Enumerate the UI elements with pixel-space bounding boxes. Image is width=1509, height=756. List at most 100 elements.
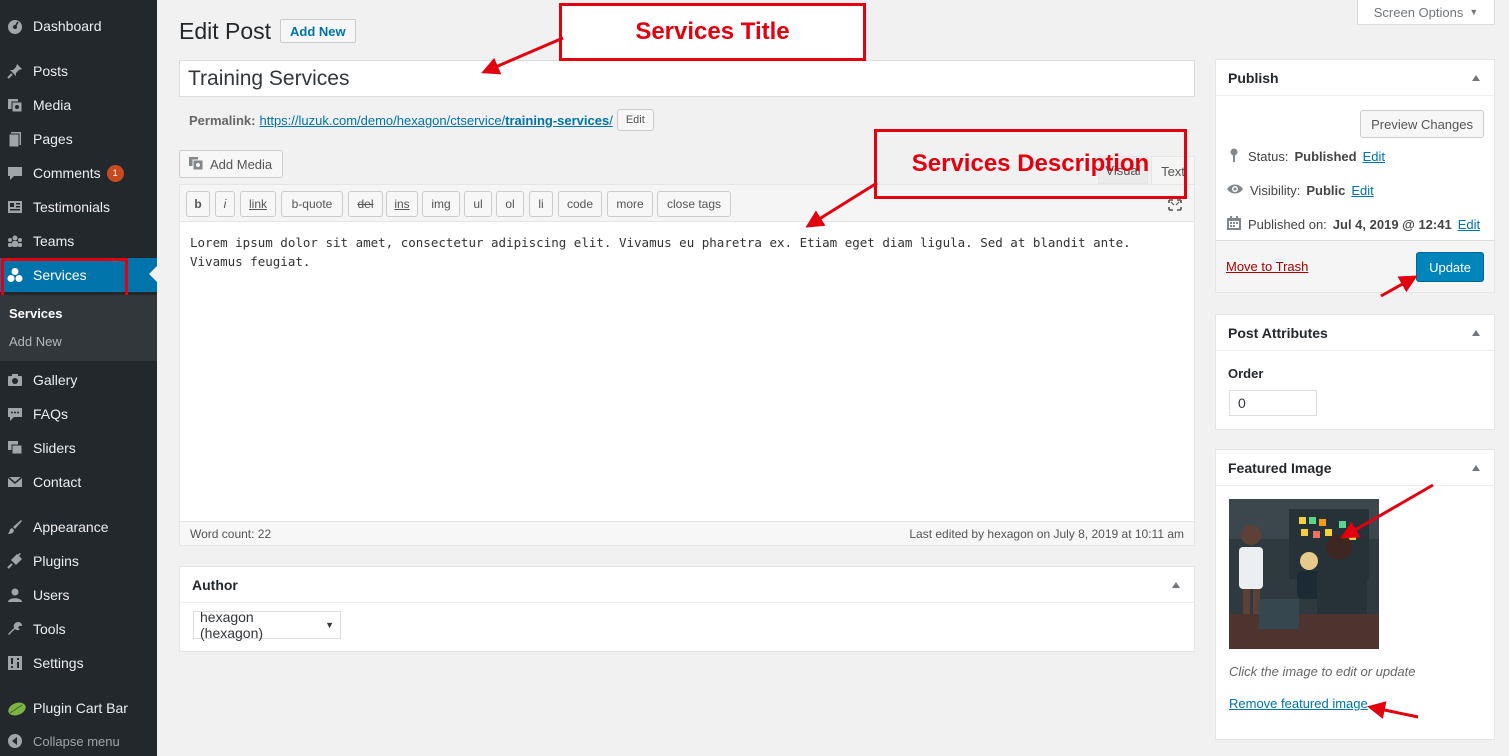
qt-bold-button[interactable]: b	[186, 191, 210, 217]
menu-appearance[interactable]: Appearance	[0, 510, 157, 544]
qt-img-button[interactable]: img	[422, 191, 460, 217]
qt-del-button[interactable]: del	[348, 191, 383, 217]
menu-settings[interactable]: Settings	[0, 646, 157, 680]
wrench-icon	[7, 621, 23, 637]
word-count: Word count: 22	[190, 526, 272, 541]
order-input[interactable]: 0	[1229, 390, 1317, 416]
menu-tools[interactable]: Tools	[0, 612, 157, 646]
post-attributes-header[interactable]: Post Attributes	[1216, 315, 1494, 351]
permalink-label: Permalink:	[189, 112, 256, 128]
qt-ul-button[interactable]: ul	[464, 191, 492, 217]
settings-icon	[7, 655, 23, 671]
menu-testimonials[interactable]: Testimonials	[0, 190, 157, 224]
qt-ins-button[interactable]: ins	[386, 191, 418, 217]
menu-gallery[interactable]: Gallery	[0, 363, 157, 397]
visibility-edit-link[interactable]: Edit	[1351, 183, 1373, 198]
featured-image-box: Featured Image Click the image to edit o…	[1215, 449, 1495, 740]
status-edit-link[interactable]: Edit	[1363, 149, 1385, 164]
add-new-button[interactable]: Add New	[280, 19, 356, 43]
qt-bquote-button[interactable]: b-quote	[281, 191, 343, 217]
menu-contact[interactable]: Contact	[0, 465, 157, 499]
menu-posts[interactable]: Posts	[0, 54, 157, 88]
camera-icon	[7, 372, 23, 388]
qt-italic-button[interactable]: i	[215, 191, 235, 217]
publish-box-header[interactable]: Publish	[1216, 60, 1494, 96]
author-box-header[interactable]: Author	[180, 567, 1194, 603]
editor-status-bar: Word count: 22 Last edited by hexagon on…	[180, 521, 1194, 545]
plugin-icon	[7, 552, 23, 569]
order-label: Order	[1228, 366, 1264, 381]
permalink-link[interactable]: https://luzuk.com/demo/hexagon/ctservice…	[259, 113, 612, 128]
dashboard-icon	[7, 18, 23, 34]
add-media-button[interactable]: Add Media	[179, 150, 284, 178]
comment-count-badge: 1	[106, 164, 124, 182]
permalink-row: Permalink: https://luzuk.com/demo/hexago…	[189, 109, 654, 131]
published-on-row: Published on: Jul 4, 2019 @ 12:41 Edit	[1226, 215, 1480, 234]
services-submenu: Services Add New	[0, 295, 157, 361]
collapse-arrow-icon[interactable]	[1472, 465, 1480, 471]
user-icon	[7, 587, 23, 603]
pages-icon	[7, 131, 23, 148]
services-highlight-box	[1, 258, 128, 298]
collapse-arrow-icon[interactable]	[1472, 75, 1480, 81]
submenu-services[interactable]: Services	[9, 306, 63, 321]
collapse-menu-button[interactable]: Collapse menu	[0, 724, 157, 756]
collapse-icon	[7, 733, 23, 749]
publish-box: Publish Preview Changes Status: Publishe…	[1215, 59, 1495, 293]
group-icon	[7, 233, 23, 249]
content-textarea[interactable]: Lorem ipsum dolor sit amet, consectetur …	[190, 233, 1184, 271]
eye-icon	[1226, 181, 1244, 200]
menu-dashboard[interactable]: Dashboard	[0, 9, 157, 43]
pin-icon	[7, 63, 23, 79]
comment-icon	[7, 165, 23, 181]
qt-code-button[interactable]: code	[558, 191, 602, 217]
mail-icon	[7, 474, 23, 490]
menu-plugin-cart-bar[interactable]: Plugin Cart Bar	[0, 691, 157, 725]
last-edited: Last edited by hexagon on July 8, 2019 a…	[909, 526, 1184, 541]
move-to-trash-link[interactable]: Move to Trash	[1226, 259, 1308, 274]
qt-li-button[interactable]: li	[529, 191, 553, 217]
update-button[interactable]: Update	[1416, 252, 1484, 282]
brush-icon	[7, 519, 23, 535]
menu-teams[interactable]: Teams	[0, 224, 157, 258]
menu-comments[interactable]: Comments 1	[0, 156, 157, 190]
content-editor: b i link b-quote del ins img ul ol li co…	[179, 184, 1195, 546]
preview-changes-button[interactable]: Preview Changes	[1360, 110, 1484, 138]
qt-link-button[interactable]: link	[240, 191, 276, 217]
menu-faqs[interactable]: FAQs	[0, 397, 157, 431]
author-box: Author hexagon (hexagon) ▼	[179, 566, 1195, 652]
admin-sidebar: Dashboard Posts Media Pages Comments 1 T…	[0, 0, 157, 756]
menu-pages[interactable]: Pages	[0, 122, 157, 156]
fullscreen-icon[interactable]	[1168, 199, 1182, 211]
media-icon	[188, 155, 204, 174]
author-select[interactable]: hexagon (hexagon) ▼	[193, 609, 341, 641]
permalink-edit-button[interactable]: Edit	[616, 109, 654, 131]
post-title-input[interactable]: Training Services	[179, 60, 1195, 97]
menu-media[interactable]: Media	[0, 88, 157, 122]
collapse-arrow-icon[interactable]	[1472, 330, 1480, 336]
qt-more-button[interactable]: more	[607, 191, 653, 217]
published-edit-link[interactable]: Edit	[1458, 217, 1480, 232]
page-title: Edit Post	[179, 18, 272, 44]
qt-ol-button[interactable]: ol	[496, 191, 524, 217]
remove-featured-image-link[interactable]: Remove featured image	[1229, 696, 1368, 711]
pin-icon	[1226, 147, 1242, 166]
menu-plugins[interactable]: Plugins	[0, 544, 157, 578]
menu-sliders[interactable]: Sliders	[0, 431, 157, 465]
collapse-arrow-icon[interactable]	[1172, 582, 1180, 588]
qt-close-tags-button[interactable]: close tags	[657, 191, 731, 217]
services-title-callout: Services Title	[559, 3, 866, 61]
post-attributes-box: Post Attributes Order 0	[1215, 314, 1495, 430]
dropdown-arrow-icon: ▼	[1469, 7, 1479, 17]
media-icon	[7, 97, 23, 113]
submenu-add-new[interactable]: Add New	[9, 334, 62, 349]
featured-image-header[interactable]: Featured Image	[1216, 450, 1494, 486]
featured-image-thumbnail[interactable]	[1229, 499, 1379, 649]
menu-users[interactable]: Users	[0, 578, 157, 612]
calendar-icon	[1226, 215, 1242, 234]
status-row: Status: Published Edit	[1226, 147, 1385, 166]
publish-actions: Move to Trash Update	[1216, 240, 1494, 292]
screen-options-button[interactable]: Screen Options ▼	[1357, 0, 1495, 25]
faq-icon	[7, 406, 23, 422]
visibility-row: Visibility: Public Edit	[1226, 181, 1374, 200]
